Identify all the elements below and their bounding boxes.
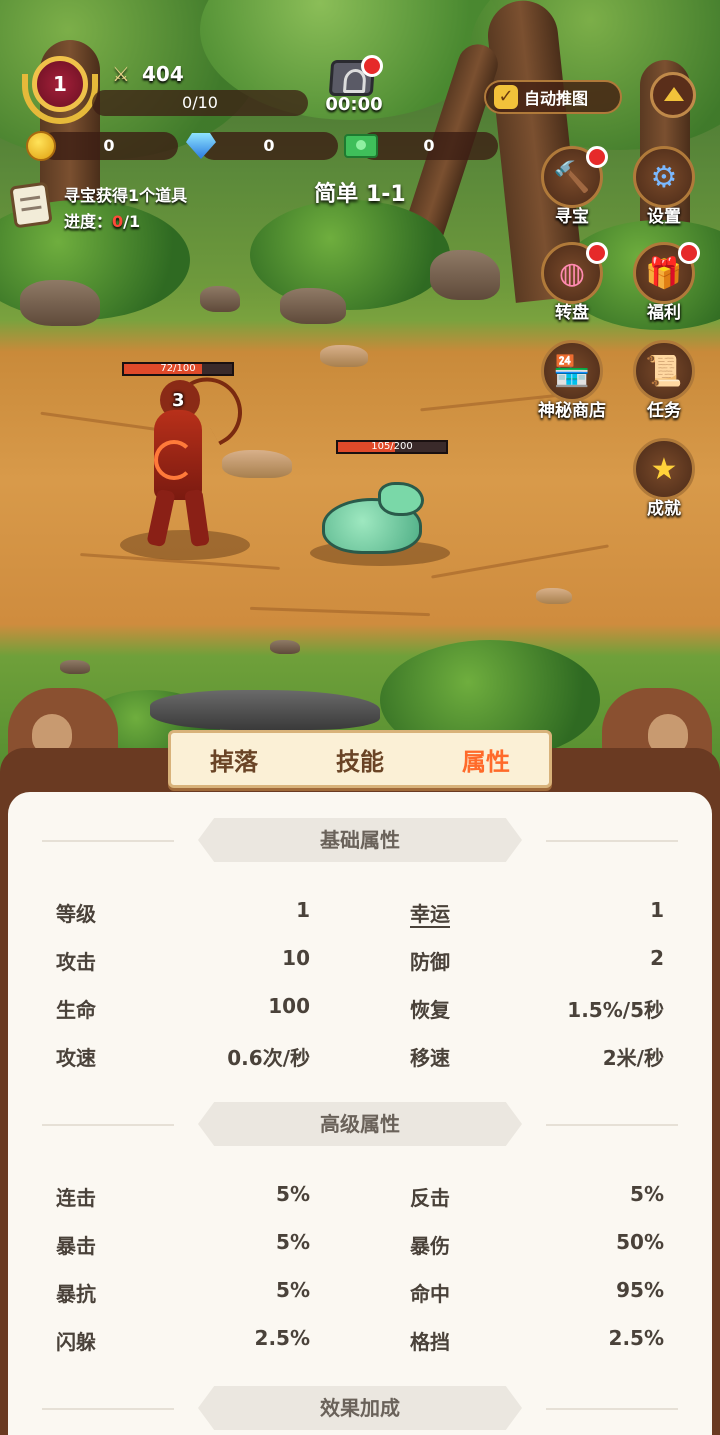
stat-row[interactable]: 幸运 1 <box>410 898 664 928</box>
section-title: 高级属性 <box>198 1102 522 1146</box>
crossed-swords-icon: ⚔ <box>112 62 130 86</box>
stat-row: 防御 2 <box>410 946 664 974</box>
side-button-tasks[interactable]: 📜 任务 <box>622 340 706 421</box>
side-button-treasure[interactable]: 🔨 寻宝 <box>530 146 614 227</box>
section-title: 基础属性 <box>198 818 522 862</box>
stage-title: 简单 1-1 <box>314 182 406 207</box>
star-icon: ★ <box>633 438 695 500</box>
attribute-sheet: 基础属性 等级 1 幸运 1 攻击 10 防御 2 生命 100 恢复 1.5%/5秒 攻速… <box>8 792 712 1435</box>
tab-skill[interactable]: 技能 <box>336 742 384 777</box>
quest-progress: 进度：0/1 <box>64 212 141 231</box>
gem-counter: 0 <box>200 132 338 160</box>
stat-row: 暴抗 5% <box>56 1278 310 1306</box>
player-level-badge[interactable]: 1 <box>22 54 98 124</box>
player-level: 1 <box>32 56 88 112</box>
tab-drop[interactable]: 掉落 <box>210 742 258 777</box>
stat-row: 反击 5% <box>410 1182 664 1210</box>
gold-counter: 0 <box>40 132 178 160</box>
gold-coin-icon <box>26 131 56 161</box>
stat-row: 攻速 0.6次/秒 <box>56 1046 310 1070</box>
scroll-icon: 📜 <box>633 340 695 402</box>
side-button-achievements[interactable]: ★ 成就 <box>622 438 706 519</box>
auto-push-label: 自动推图 <box>524 89 589 108</box>
notification-dot <box>361 55 383 77</box>
cash-icon <box>344 134 378 158</box>
stat-row: 移速 2米/秒 <box>410 1046 664 1070</box>
auto-push-toggle[interactable]: ✓ 自动推图 <box>484 80 622 114</box>
combat-power: ⚔ 404 <box>112 62 184 86</box>
section-title: 效果加成 <box>198 1386 522 1430</box>
notification-dot <box>678 242 700 264</box>
section-header-advanced: 高级属性 <box>8 1102 712 1146</box>
stat-row: 暴伤 50% <box>410 1230 664 1258</box>
damage-number: 3 <box>172 390 185 411</box>
stat-row: 命中 95% <box>410 1278 664 1306</box>
player-hp-bar: 72/100 <box>122 362 234 376</box>
stat-row: 恢复 1.5%/5秒 <box>410 998 664 1022</box>
tab-attributes[interactable]: 属性 <box>462 742 510 777</box>
stat-row: 闪躲 2.5% <box>56 1326 310 1354</box>
lizard-enemy <box>322 478 432 558</box>
shop-icon: 🏪 <box>541 340 603 402</box>
gear-icon: ⚙ <box>633 146 695 208</box>
stat-row: 暴击 5% <box>56 1230 310 1258</box>
quest-scroll-icon <box>9 181 53 229</box>
battle-timer: 00:00 <box>325 94 383 115</box>
section-header-basic: 基础属性 <box>8 818 712 862</box>
stat-row: 格挡 2.5% <box>410 1326 664 1354</box>
stat-row: 连击 5% <box>56 1182 310 1210</box>
collapse-menu-button[interactable] <box>650 72 696 118</box>
quest-text: 寻宝获得1个道具 <box>64 186 188 205</box>
side-button-settings[interactable]: ⚙ 设置 <box>622 146 706 227</box>
panel-tabs: 掉落 技能 属性 <box>168 730 552 788</box>
section-header-bonus: 效果加成 <box>8 1386 712 1430</box>
notification-dot <box>586 146 608 168</box>
checkbox-checked-icon: ✓ <box>494 85 518 109</box>
attribute-panel: 基础属性 等级 1 幸运 1 攻击 10 防御 2 生命 100 恢复 1.5%/5秒 攻速… <box>0 688 720 1435</box>
quest-progress-current: 0 <box>112 212 124 231</box>
side-button-wheel[interactable]: ◍ 转盘 <box>530 242 614 323</box>
combat-power-value: 404 <box>142 62 184 86</box>
enemy-hp-bar: 105/200 <box>336 440 448 454</box>
side-button-mystery-shop[interactable]: 🏪 神秘商店 <box>530 340 614 421</box>
stat-row: 等级 1 <box>56 898 310 926</box>
stat-row: 生命 100 <box>56 994 310 1022</box>
experience-bar: 0/10 <box>92 90 308 116</box>
cash-counter: 0 <box>360 132 498 160</box>
notification-dot <box>586 242 608 264</box>
side-button-welfare[interactable]: 🎁 福利 <box>622 242 706 323</box>
stat-row: 攻击 10 <box>56 946 310 974</box>
